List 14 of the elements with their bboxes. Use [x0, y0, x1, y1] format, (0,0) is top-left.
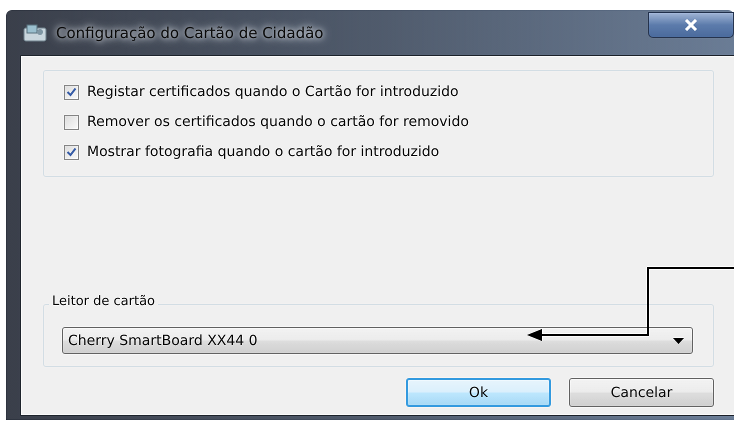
- app-icon: [22, 22, 48, 42]
- checkbox[interactable]: [64, 144, 79, 160]
- close-icon: [684, 19, 698, 31]
- checkbox[interactable]: [64, 114, 79, 130]
- dropdown-caret-icon: [673, 338, 684, 344]
- checkbox[interactable]: [64, 84, 79, 100]
- checkbox-label[interactable]: Remover os certificados quando o cartão for removido: [87, 114, 469, 130]
- close-button[interactable]: [648, 12, 734, 38]
- window-title: Configuração do Cartão de Cidadão: [56, 24, 324, 42]
- checkbox-label[interactable]: Registar certificados quando o Cartão for introduzido: [87, 84, 459, 100]
- checkbox-label[interactable]: Mostrar fotografia quando o cartão for introduzido: [87, 144, 440, 160]
- reader-dropdown[interactable]: Cherry SmartBoard XX44 0: [62, 327, 693, 354]
- dialog-button[interactable]: Cancelar: [569, 378, 714, 407]
- dialog-button[interactable]: Ok: [406, 378, 551, 407]
